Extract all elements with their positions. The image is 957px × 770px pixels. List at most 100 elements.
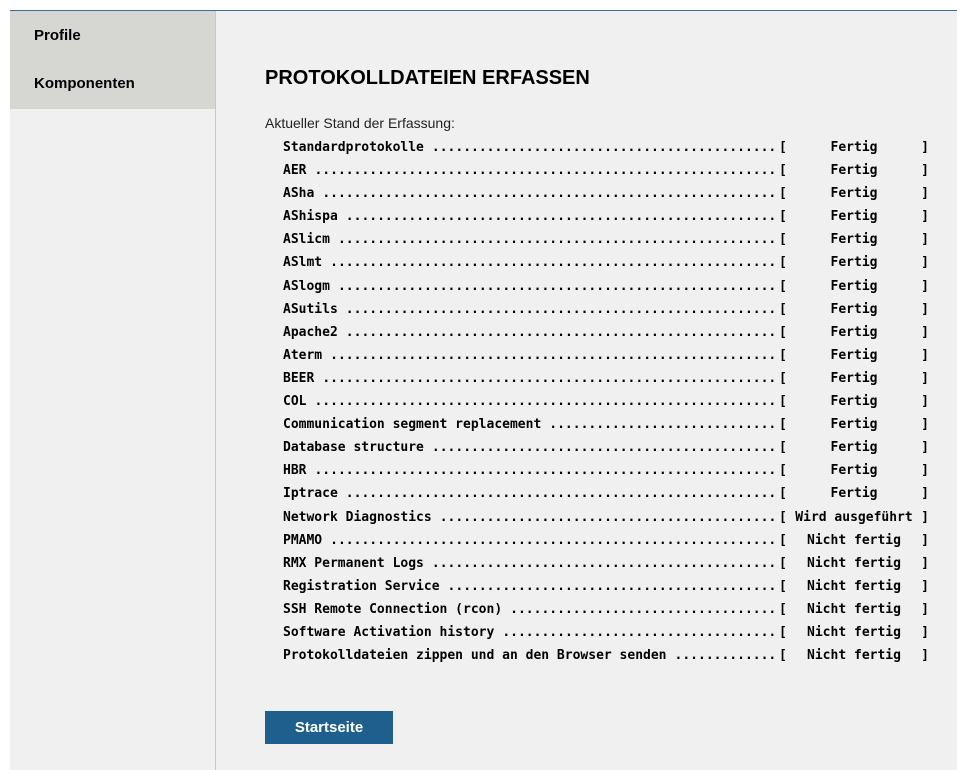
log-row-left: RMX Permanent Logs......................… bbox=[283, 552, 779, 575]
log-row-left: SSH Remote Connection (rcon)............… bbox=[283, 598, 779, 621]
sidebar-item-komponenten[interactable]: Komponenten bbox=[10, 73, 215, 97]
log-row: RMX Permanent Logs......................… bbox=[283, 552, 929, 575]
log-row: Network Diagnostics.....................… bbox=[283, 506, 929, 529]
close-bracket: ] bbox=[921, 301, 929, 317]
log-name: Protokolldateien zippen und an den Brows… bbox=[283, 648, 667, 664]
open-bracket: [ bbox=[779, 324, 787, 340]
log-row: ASha....................................… bbox=[283, 182, 929, 205]
open-bracket: [ bbox=[779, 578, 787, 594]
open-bracket: [ bbox=[779, 486, 787, 502]
status-text: Fertig bbox=[830, 163, 878, 179]
log-status: [Fertig] bbox=[779, 390, 929, 413]
log-row-left: Apache2.................................… bbox=[283, 321, 779, 344]
log-name: Registration Service bbox=[283, 578, 440, 594]
log-row-left: AShispa.................................… bbox=[283, 205, 779, 228]
status-text: Fertig bbox=[830, 232, 878, 248]
status-text: Wird ausgeführt bbox=[795, 509, 913, 525]
close-bracket: ] bbox=[921, 394, 929, 410]
log-row: Database structure......................… bbox=[283, 436, 929, 459]
start-page-button[interactable]: Startseite bbox=[265, 711, 393, 744]
log-name: Aterm bbox=[283, 347, 323, 363]
close-bracket: ] bbox=[921, 209, 929, 225]
log-row: AER.....................................… bbox=[283, 159, 929, 182]
dot-leader: ........................................… bbox=[330, 255, 779, 271]
status-text: Nicht fertig bbox=[807, 555, 901, 571]
log-name: HBR bbox=[283, 463, 307, 479]
dot-leader: ........................................… bbox=[330, 347, 779, 363]
log-name: Software Activation history bbox=[283, 624, 495, 640]
log-row: ASlicm..................................… bbox=[283, 228, 929, 251]
status-text: Fertig bbox=[830, 140, 878, 155]
log-status: [Fertig] bbox=[779, 251, 929, 274]
close-bracket: ] bbox=[921, 370, 929, 386]
open-bracket: [ bbox=[779, 140, 787, 155]
dot-leader: ........................................… bbox=[431, 440, 779, 456]
log-row: BEER....................................… bbox=[283, 367, 929, 390]
log-name: PMAMO bbox=[283, 532, 323, 548]
log-row: Aterm...................................… bbox=[283, 344, 929, 367]
log-row-left: AER.....................................… bbox=[283, 159, 779, 182]
close-bracket: ] bbox=[921, 463, 929, 479]
open-bracket: [ bbox=[779, 370, 787, 386]
close-bracket: ] bbox=[921, 648, 929, 664]
sidebar: Profile Komponenten bbox=[10, 11, 216, 770]
status-text: Fertig bbox=[830, 347, 878, 363]
close-bracket: ] bbox=[921, 232, 929, 248]
page-title: PROTOKOLLDATEIEN ERFASSEN bbox=[265, 67, 590, 89]
log-status: [Fertig] bbox=[779, 182, 929, 205]
status-text: Nicht fertig bbox=[807, 648, 901, 664]
status-text: Fertig bbox=[830, 486, 878, 502]
close-bracket: ] bbox=[921, 417, 929, 433]
log-row-left: Protokolldateien zippen und an den Brows… bbox=[283, 644, 779, 667]
log-row-left: Network Diagnostics.....................… bbox=[283, 506, 779, 529]
log-status: [Nicht fertig] bbox=[779, 529, 929, 552]
log-status: [Nicht fertig] bbox=[779, 575, 929, 598]
log-row: Standardprotokolle......................… bbox=[283, 136, 929, 159]
close-bracket: ] bbox=[921, 486, 929, 502]
dot-leader: ........................................… bbox=[345, 486, 779, 502]
log-name: SSH Remote Connection (rcon) bbox=[283, 601, 503, 617]
open-bracket: [ bbox=[779, 555, 787, 571]
log-status: [Wird ausgeführt] bbox=[779, 506, 929, 529]
dot-leader: ........................................… bbox=[314, 394, 779, 410]
status-text: Nicht fertig bbox=[807, 624, 901, 640]
dot-leader: ........................................… bbox=[322, 370, 779, 386]
log-status: [Fertig] bbox=[779, 459, 929, 482]
status-text: Fertig bbox=[830, 463, 878, 479]
log-name: Apache2 bbox=[283, 324, 338, 340]
status-label: Aktueller Stand der Erfassung: bbox=[265, 115, 455, 131]
log-row-left: ASlmt...................................… bbox=[283, 251, 779, 274]
log-row: Protokolldateien zippen und an den Brows… bbox=[283, 644, 929, 667]
log-row-left: PMAMO...................................… bbox=[283, 529, 779, 552]
log-row-left: ASha....................................… bbox=[283, 182, 779, 205]
dot-leader: ........................................… bbox=[502, 624, 779, 640]
open-bracket: [ bbox=[779, 278, 787, 294]
log-row-left: COL.....................................… bbox=[283, 390, 779, 413]
log-name: COL bbox=[283, 394, 307, 410]
open-bracket: [ bbox=[779, 417, 787, 433]
dot-leader: ........................................… bbox=[674, 648, 779, 664]
log-name: RMX Permanent Logs bbox=[283, 555, 424, 571]
sidebar-item-profile[interactable]: Profile bbox=[10, 25, 215, 73]
log-row-left: Iptrace.................................… bbox=[283, 482, 779, 505]
log-status: [ Fertig] bbox=[779, 205, 929, 228]
status-text: Fertig bbox=[830, 209, 878, 225]
open-bracket: [ bbox=[779, 440, 787, 456]
open-bracket: [ bbox=[779, 601, 787, 617]
log-name: Iptrace bbox=[283, 486, 338, 502]
status-text: Fertig bbox=[830, 394, 878, 410]
status-text: Nicht fertig bbox=[807, 578, 901, 594]
log-row: COL.....................................… bbox=[283, 390, 929, 413]
open-bracket: [ bbox=[779, 232, 787, 248]
close-bracket: ] bbox=[921, 186, 929, 202]
log-name: AShispa bbox=[283, 209, 338, 225]
log-row-left: Software Activation history.............… bbox=[283, 621, 779, 644]
dot-leader: ........................................… bbox=[345, 209, 779, 225]
dot-leader: ........................................… bbox=[314, 163, 779, 179]
open-bracket: [ bbox=[779, 209, 787, 225]
log-row-left: ASutils.................................… bbox=[283, 298, 779, 321]
log-name: ASlicm bbox=[283, 232, 330, 248]
log-status: [Fertig] bbox=[779, 413, 929, 436]
sidebar-nav: Profile Komponenten bbox=[10, 11, 215, 109]
dot-leader: ........................................… bbox=[337, 278, 779, 294]
